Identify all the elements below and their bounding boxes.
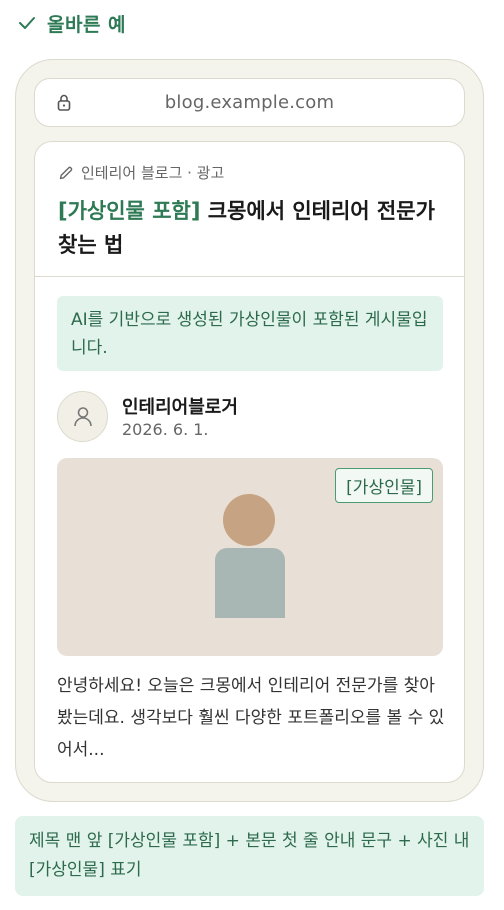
post-photo[interactable]: [가상인물] [57, 458, 443, 656]
post-excerpt: 안녕하세요! 오늘은 크몽에서 인테리어 전문가를 찾아봤는데요. 생각보다 훨… [57, 676, 445, 760]
person-illustration-head [223, 494, 275, 546]
category-label: 인테리어 블로그 · 광고 [81, 164, 225, 182]
post-title[interactable]: [가상인물 포함] 크몽에서 인테리어 전문가 찾는 법 [58, 194, 453, 262]
post-date: 2026. 6. 1. [122, 420, 209, 439]
avatar[interactable] [57, 391, 108, 442]
author-name[interactable]: 인테리어블로거 [122, 393, 238, 419]
heading-text: 올바른 예 [47, 13, 127, 36]
pencil-icon [59, 166, 73, 179]
blog-post-card: 인테리어 블로그 · 광고 [가상인물 포함] 크몽에서 인테리어 전문가 찾는… [34, 141, 465, 783]
url-text: blog.example.com [164, 92, 335, 113]
user-icon [73, 406, 92, 426]
post-category: 인테리어 블로그 · 광고 [58, 162, 224, 183]
browser-address-bar[interactable]: blog.example.com [34, 78, 465, 127]
divider [35, 276, 464, 277]
title-virtual-person-tag: [가상인물 포함] [58, 199, 201, 223]
explanation-footnote: 제목 맨 앞 [가상인물 포함] + 본문 첫 줄 안내 문구 + 사진 내 [… [15, 816, 484, 896]
check-icon [19, 17, 35, 29]
lock-icon [57, 94, 71, 111]
ai-notice-banner: AI를 기반으로 생성된 가상인물이 포함된 게시물입니다. [57, 296, 443, 371]
person-illustration-body [215, 548, 285, 618]
example-heading: 올바른 예 [17, 9, 126, 37]
photo-virtual-person-badge: [가상인물] [335, 468, 433, 503]
